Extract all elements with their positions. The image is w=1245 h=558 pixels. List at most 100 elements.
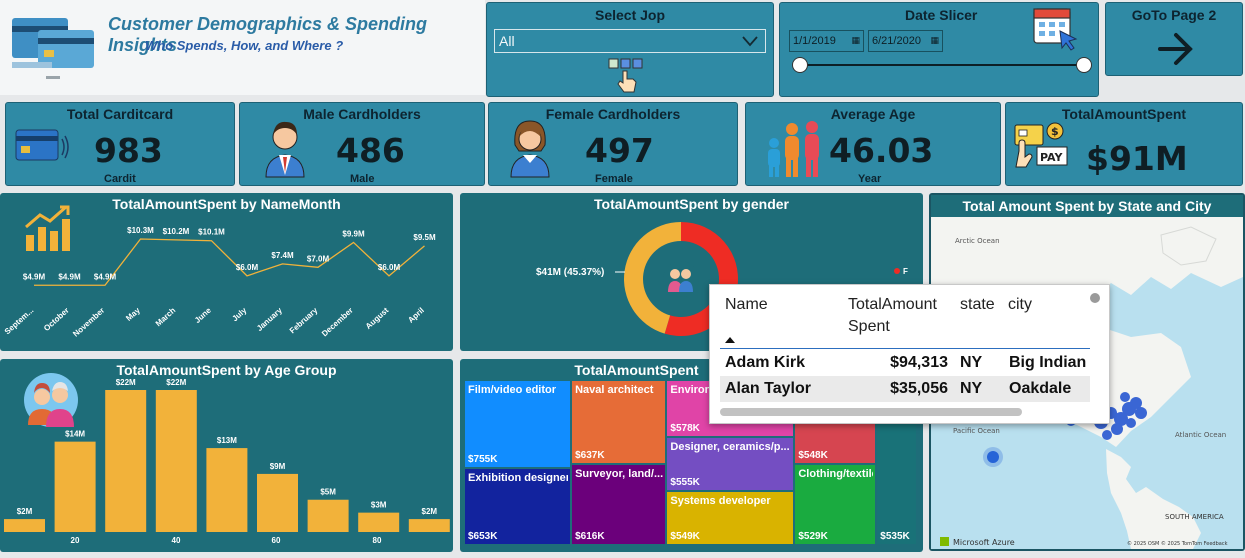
end-date-input[interactable]: 6/21/2020 ▦ <box>868 30 943 52</box>
treemap-tile-label: Systems developer <box>670 495 771 508</box>
bar[interactable] <box>257 473 298 532</box>
credit-card-icon <box>15 127 69 171</box>
x-tick-label: May <box>124 305 142 322</box>
kpi-total-amount-spent: TotalAmountSpent $ PAY $91M <box>1005 102 1243 186</box>
treemap-tile-label: Designer, ceramics/p... <box>670 440 790 453</box>
data-label: $3M <box>371 501 387 510</box>
start-date-input[interactable]: 1/1/2019 ▦ <box>789 30 864 52</box>
date-range-end-handle[interactable] <box>1076 57 1092 73</box>
arrow-right-icon <box>1156 31 1196 71</box>
kpi-female-cardholders: Female Cardholders 497 Female <box>488 102 738 186</box>
job-dropdown[interactable]: All <box>494 29 766 53</box>
job-slicer: Select Jop All <box>486 2 774 97</box>
female-avatar-icon <box>505 115 555 183</box>
kpi-average-age: Average Age 46.03 Year <box>745 102 1001 186</box>
data-label: $2M <box>422 507 438 516</box>
date-range-start-handle[interactable] <box>792 57 808 73</box>
kpi-value: 486 <box>336 131 405 170</box>
end-date-value: 6/21/2020 <box>872 35 921 47</box>
treemap-tile-value: $578K <box>670 422 700 434</box>
job-dropdown-value: All <box>499 33 515 49</box>
x-tick-label: August <box>364 306 391 331</box>
x-tick-label: March <box>154 306 178 329</box>
tooltip-header-name[interactable]: Name <box>725 294 768 316</box>
data-label: $9.5M <box>413 233 436 242</box>
chevron-down-icon <box>741 33 759 52</box>
tooltip-close-dot[interactable] <box>1090 293 1100 303</box>
credit-card-logo <box>10 10 96 86</box>
date-slicer: Date Slicer 1/1/2019 ▦ 6/21/2020 ▦ <box>779 2 1099 97</box>
treemap-tile-label: Film/video editor <box>468 384 557 396</box>
bar[interactable] <box>155 390 197 532</box>
x-tick-label: 80 <box>373 536 382 545</box>
data-label: $4.9M <box>58 272 81 281</box>
kpi-subtitle: Female <box>595 173 633 185</box>
people-icon <box>662 260 700 302</box>
x-tick-label: January <box>255 305 284 333</box>
treemap-tile-label: Naval architect <box>575 384 654 396</box>
bar[interactable] <box>358 512 400 532</box>
x-tick-label: Septem... <box>3 306 35 336</box>
legend-swatch <box>894 268 900 274</box>
data-label: $13M <box>217 436 237 445</box>
tooltip-header-amount[interactable]: TotalAmount Spent <box>848 294 950 338</box>
tooltip-cell-state: NY <box>960 380 983 397</box>
treemap-tile-value: $653K <box>468 530 498 542</box>
treemap-tile-value: $548K <box>798 449 828 461</box>
data-label: $6.0M <box>378 263 401 272</box>
calendar-icon <box>1032 5 1084 57</box>
treemap-tile-label: Exhibition designer <box>468 472 569 485</box>
treemap-tile[interactable]: Designer, ceramics/p... $555K <box>667 437 794 491</box>
tooltip-row[interactable]: Adam Kirk $94,313 NY Big Indian <box>720 350 1090 376</box>
age-bar-chart: $2M $14M $22M $22M $13M $9M $5M $3M $2M 20 40 60 80 <box>4 378 450 545</box>
treemap-tile[interactable]: Surveyor, land/... $616K <box>572 464 666 544</box>
calendar-small-icon: ▦ <box>851 36 860 46</box>
bar[interactable] <box>54 441 96 532</box>
kpi-title: TotalAmountSpent <box>1061 106 1187 122</box>
svg-text:PAY: PAY <box>1040 151 1064 164</box>
treemap-tile[interactable]: Naval architect $637K <box>572 381 666 463</box>
kpi-subtitle: Year <box>858 173 882 185</box>
x-tick-label: October <box>42 306 71 333</box>
sort-ascending-icon <box>725 337 735 343</box>
data-label: $14M <box>65 430 85 439</box>
kpi-title: Total Carditcard <box>66 106 174 122</box>
x-tick-label: July <box>230 305 248 323</box>
goto-page-button[interactable]: GoTo Page 2 <box>1105 2 1243 76</box>
data-label: $6.0M <box>236 263 259 272</box>
kpi-subtitle: Male <box>350 173 375 185</box>
map-title: Total Amount Spent by State and City <box>962 198 1212 214</box>
date-range-track <box>800 64 1084 66</box>
treemap-tile[interactable]: Exhibition designer $653K <box>465 469 571 544</box>
x-tick-label: 40 <box>172 536 181 545</box>
tooltip-header-state[interactable]: state <box>960 294 995 316</box>
microsoft-logo-icon <box>940 537 949 546</box>
data-label: $9M <box>270 462 286 471</box>
map-label-south-america: SOUTH AMERICA <box>1165 513 1224 521</box>
age-bar-chart-panel: TotalAmountSpent by Age Group $2M $14M $22… <box>0 359 453 552</box>
x-tick-label: June <box>193 305 213 325</box>
treemap-tile[interactable]: Systems developer $549K <box>667 492 794 544</box>
tooltip-horizontal-scrollbar[interactable] <box>720 408 1022 416</box>
tooltip-cell-city: Oakdale <box>1009 380 1072 397</box>
data-label: $7.4M <box>271 251 294 260</box>
kpi-value: 46.03 <box>829 131 934 170</box>
tooltip-header-city[interactable]: city <box>1008 294 1032 316</box>
treemap-tile[interactable]: Film/video editor $755K <box>465 381 571 468</box>
bar[interactable] <box>307 499 349 532</box>
goto-page-label: GoTo Page 2 <box>1131 7 1217 23</box>
start-date-value: 1/1/2019 <box>793 35 836 47</box>
bar[interactable] <box>4 519 45 532</box>
tooltip-row[interactable]: Alan Taylor $35,056 NY Oakdale <box>720 376 1090 402</box>
map-label-pacific: Pacific Ocean <box>953 427 1000 435</box>
bar[interactable] <box>408 519 450 532</box>
date-slicer-title: Date Slicer <box>905 7 978 23</box>
kpi-male-cardholders: Male Cardholders 486 Male <box>239 102 485 186</box>
line-series <box>34 238 425 286</box>
treemap-tile[interactable]: Clothing/textile tech... $529K <box>795 464 876 544</box>
hand-pointer-icon <box>607 57 647 99</box>
bar[interactable] <box>206 448 248 532</box>
tooltip-cell-amount: $94,313 <box>890 354 948 371</box>
bar[interactable] <box>105 390 147 532</box>
data-label: $5M <box>320 488 336 497</box>
